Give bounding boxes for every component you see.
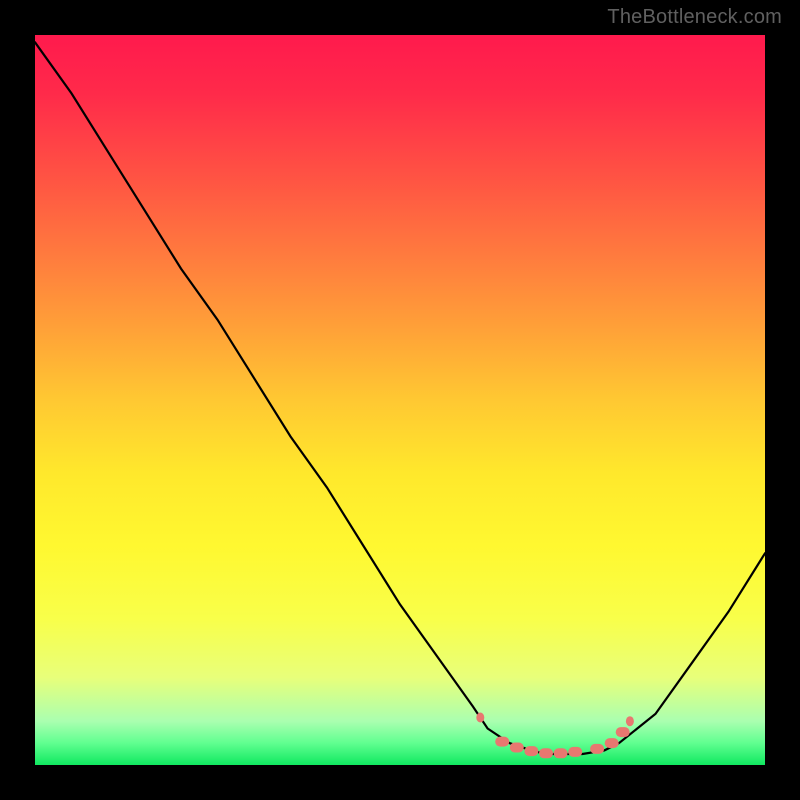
chart-plot-area — [35, 35, 765, 765]
gradient-background — [35, 35, 765, 765]
watermark-text: TheBottleneck.com — [607, 6, 782, 29]
